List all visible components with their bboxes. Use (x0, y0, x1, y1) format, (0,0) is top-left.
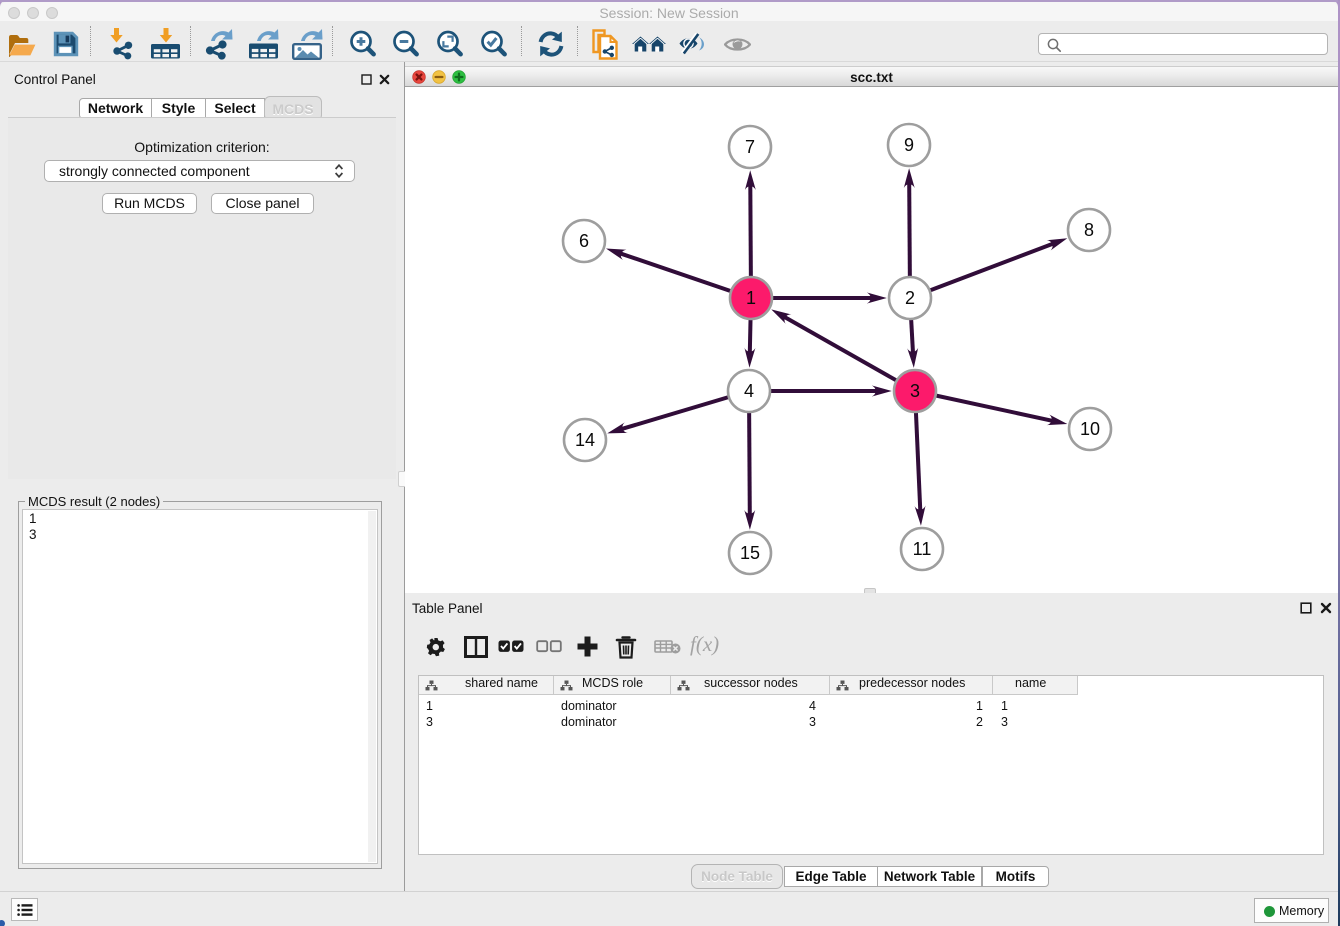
svg-text:6: 6 (579, 231, 589, 251)
svg-text:10: 10 (1080, 419, 1100, 439)
svg-text:11: 11 (913, 539, 932, 559)
svg-text:2: 2 (905, 288, 915, 308)
svg-text:8: 8 (1084, 220, 1094, 240)
svg-text:15: 15 (740, 543, 760, 563)
svg-text:14: 14 (575, 430, 595, 450)
svg-text:4: 4 (744, 381, 754, 401)
svg-text:1: 1 (746, 288, 756, 308)
svg-text:9: 9 (904, 135, 914, 155)
svg-text:3: 3 (910, 381, 920, 401)
svg-text:7: 7 (745, 137, 755, 157)
